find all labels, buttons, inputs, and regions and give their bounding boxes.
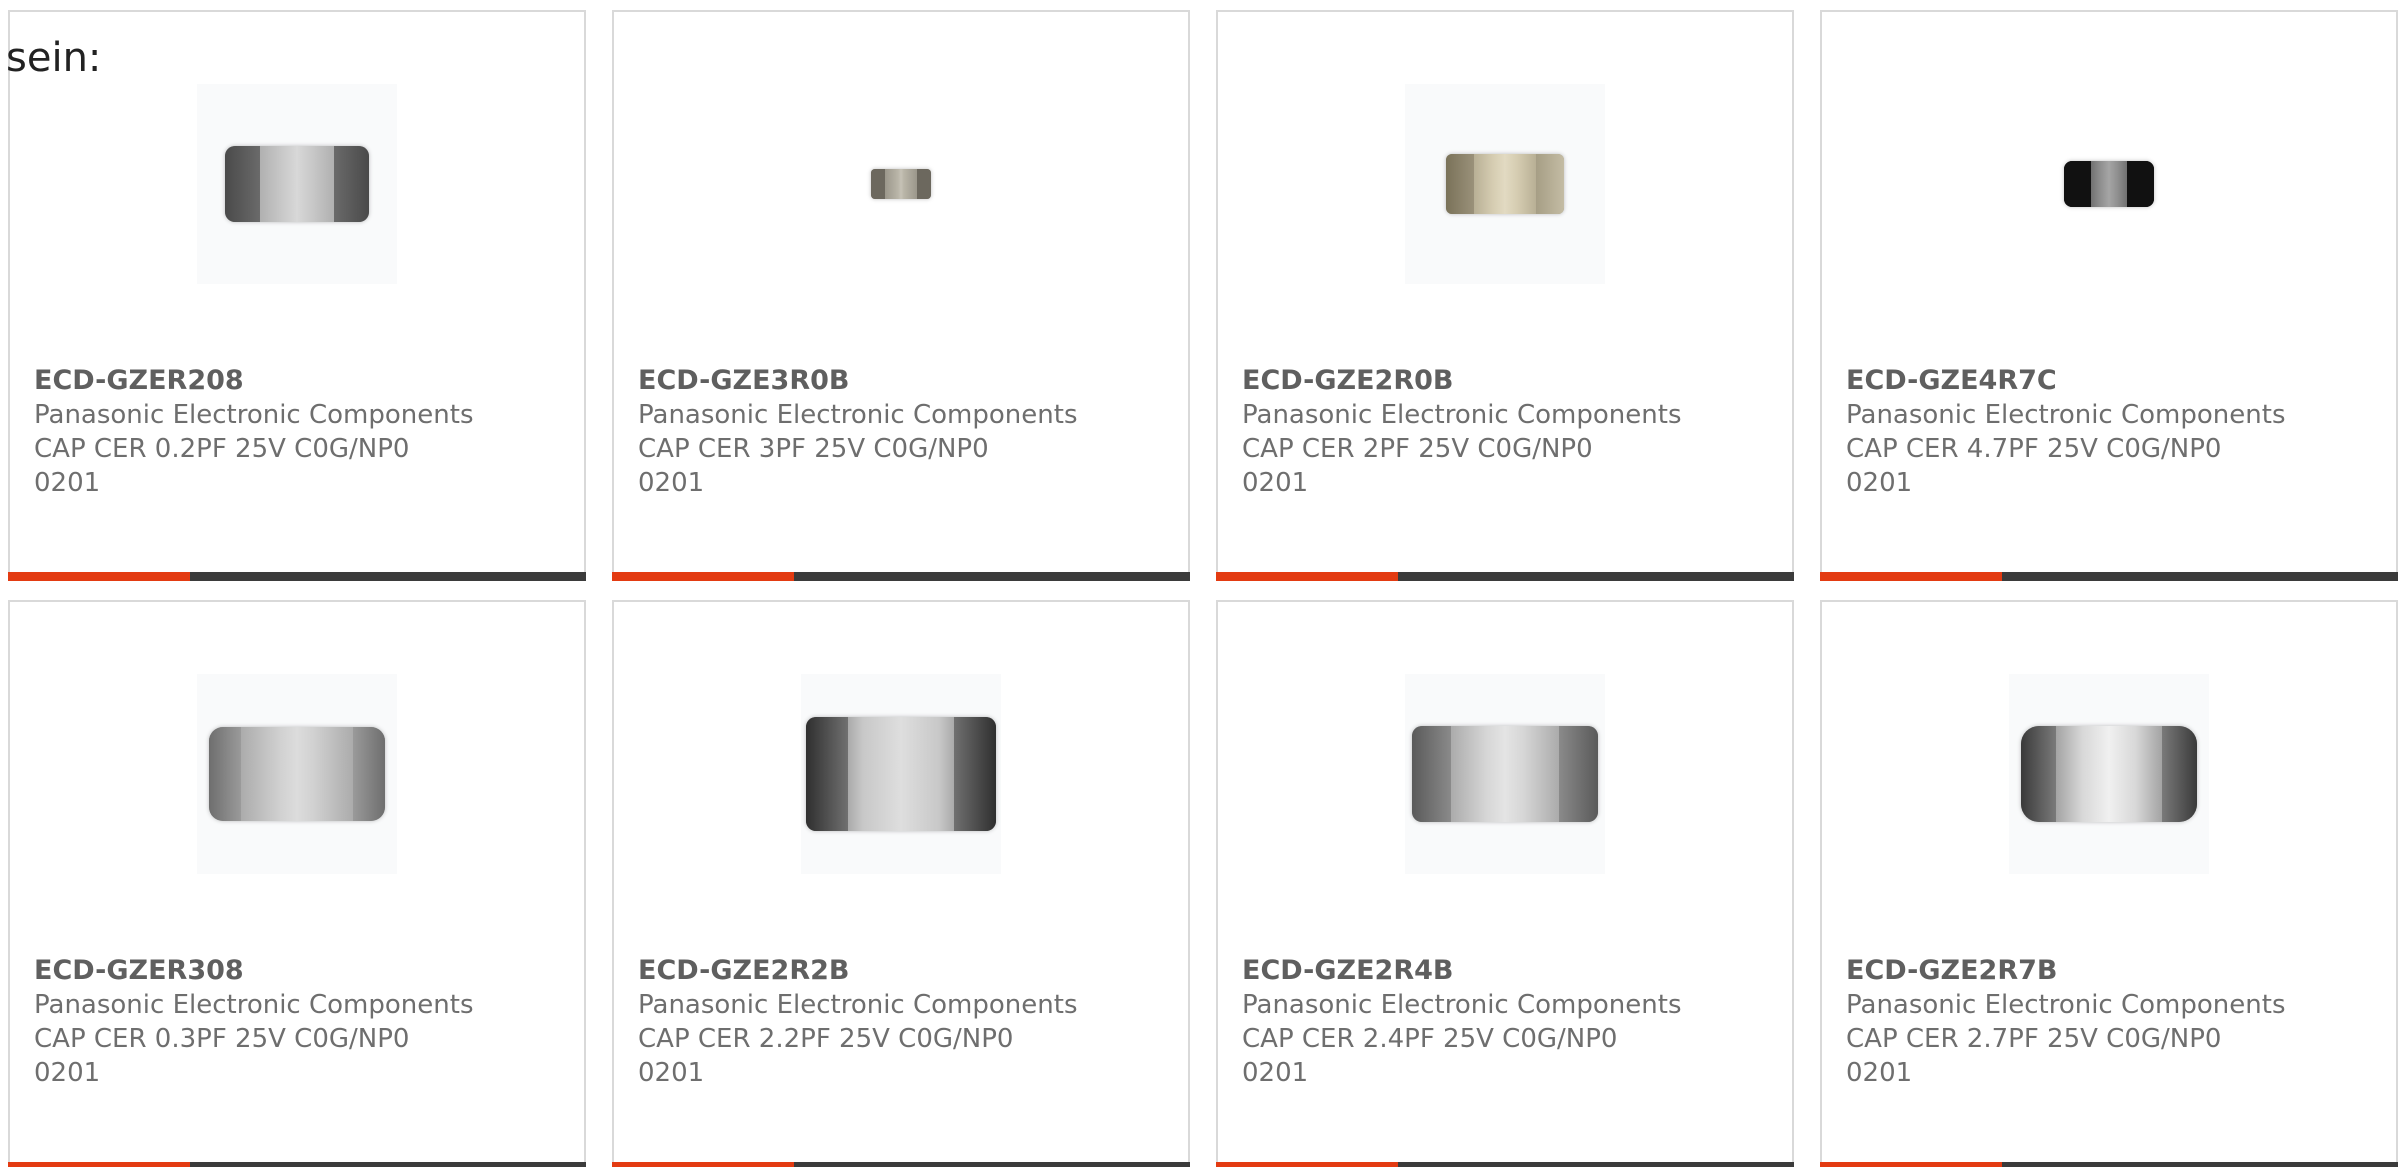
manufacturer: Panasonic Electronic Components [1846,990,2286,1020]
product-card[interactable]: ECD-GZER208 Panasonic Electronic Compone… [8,10,586,581]
ceramic-capacitor-chip-icon [806,717,996,831]
ceramic-capacitor-chip-icon [209,727,385,821]
card-footer-accent [1820,572,2002,581]
product-image [801,84,1001,284]
card-footer-bar [8,572,586,581]
card-footer-accent [612,572,794,581]
product-description: CAP CER 0.3PF 25V C0G/NP0 0201 [34,1024,410,1088]
product-image [2009,674,2209,874]
manufacturer: Panasonic Electronic Components [1846,400,2286,430]
card-footer-bar [1216,572,1794,581]
part-number[interactable]: ECD-GZER208 [34,364,244,398]
product-card[interactable]: ECD-GZE2R7B Panasonic Electronic Compone… [1820,600,2398,1167]
manufacturer: Panasonic Electronic Components [1242,400,1682,430]
manufacturer: Panasonic Electronic Components [34,400,474,430]
product-description: CAP CER 2PF 25V C0G/NP0 0201 [1242,434,1593,498]
part-number[interactable]: ECD-GZE2R2B [638,954,850,988]
part-number[interactable]: ECD-GZER308 [34,954,244,988]
manufacturer: Panasonic Electronic Components [1242,990,1682,1020]
manufacturer: Panasonic Electronic Components [638,990,1078,1020]
card-footer-accent [1216,572,1398,581]
ceramic-capacitor-chip-icon [1446,154,1564,214]
card-footer-bar [612,1162,1190,1167]
product-card[interactable]: ECD-GZE2R0B Panasonic Electronic Compone… [1216,10,1794,581]
product-image [197,674,397,874]
card-footer-bar [8,1162,586,1167]
product-description: CAP CER 3PF 25V C0G/NP0 0201 [638,434,989,498]
product-card[interactable]: ECD-GZE2R2B Panasonic Electronic Compone… [612,600,1190,1167]
card-footer-accent [8,572,190,581]
part-number[interactable]: ECD-GZE2R7B [1846,954,2058,988]
card-footer-bar [1216,1162,1794,1167]
ceramic-capacitor-chip-icon [1412,726,1598,822]
card-footer-bar [1820,572,2398,581]
product-description: CAP CER 4.7PF 25V C0G/NP0 0201 [1846,434,2222,498]
product-image [801,674,1001,874]
intro-text: sein: [6,35,102,81]
part-number[interactable]: ECD-GZE2R0B [1242,364,1454,398]
product-image [1405,84,1605,284]
product-card[interactable]: ECD-GZE3R0B Panasonic Electronic Compone… [612,10,1190,581]
ceramic-capacitor-chip-icon [2064,161,2154,207]
ceramic-capacitor-chip-icon [871,169,931,199]
product-description: CAP CER 2.7PF 25V C0G/NP0 0201 [1846,1024,2222,1088]
product-image [197,84,397,284]
ceramic-capacitor-chip-icon [2021,726,2197,822]
part-number[interactable]: ECD-GZE2R4B [1242,954,1454,988]
card-footer-bar [1820,1162,2398,1167]
ceramic-capacitor-chip-icon [225,146,369,222]
product-description: CAP CER 2.4PF 25V C0G/NP0 0201 [1242,1024,1618,1088]
part-number[interactable]: ECD-GZE4R7C [1846,364,2057,398]
part-number[interactable]: ECD-GZE3R0B [638,364,850,398]
card-footer-accent [1820,1162,2002,1167]
product-card[interactable]: ECD-GZE4R7C Panasonic Electronic Compone… [1820,10,2398,581]
product-description: CAP CER 2.2PF 25V C0G/NP0 0201 [638,1024,1014,1088]
manufacturer: Panasonic Electronic Components [34,990,474,1020]
product-grid-page: sein: ECD-GZER208 Panasonic Electronic C… [0,0,2400,1167]
product-image [1405,674,1605,874]
product-description: CAP CER 0.2PF 25V C0G/NP0 0201 [34,434,410,498]
product-card[interactable]: ECD-GZER308 Panasonic Electronic Compone… [8,600,586,1167]
product-image [2009,84,2209,284]
card-footer-accent [8,1162,190,1167]
card-footer-accent [1216,1162,1398,1167]
product-card[interactable]: ECD-GZE2R4B Panasonic Electronic Compone… [1216,600,1794,1167]
card-footer-bar [612,572,1190,581]
card-footer-accent [612,1162,794,1167]
manufacturer: Panasonic Electronic Components [638,400,1078,430]
